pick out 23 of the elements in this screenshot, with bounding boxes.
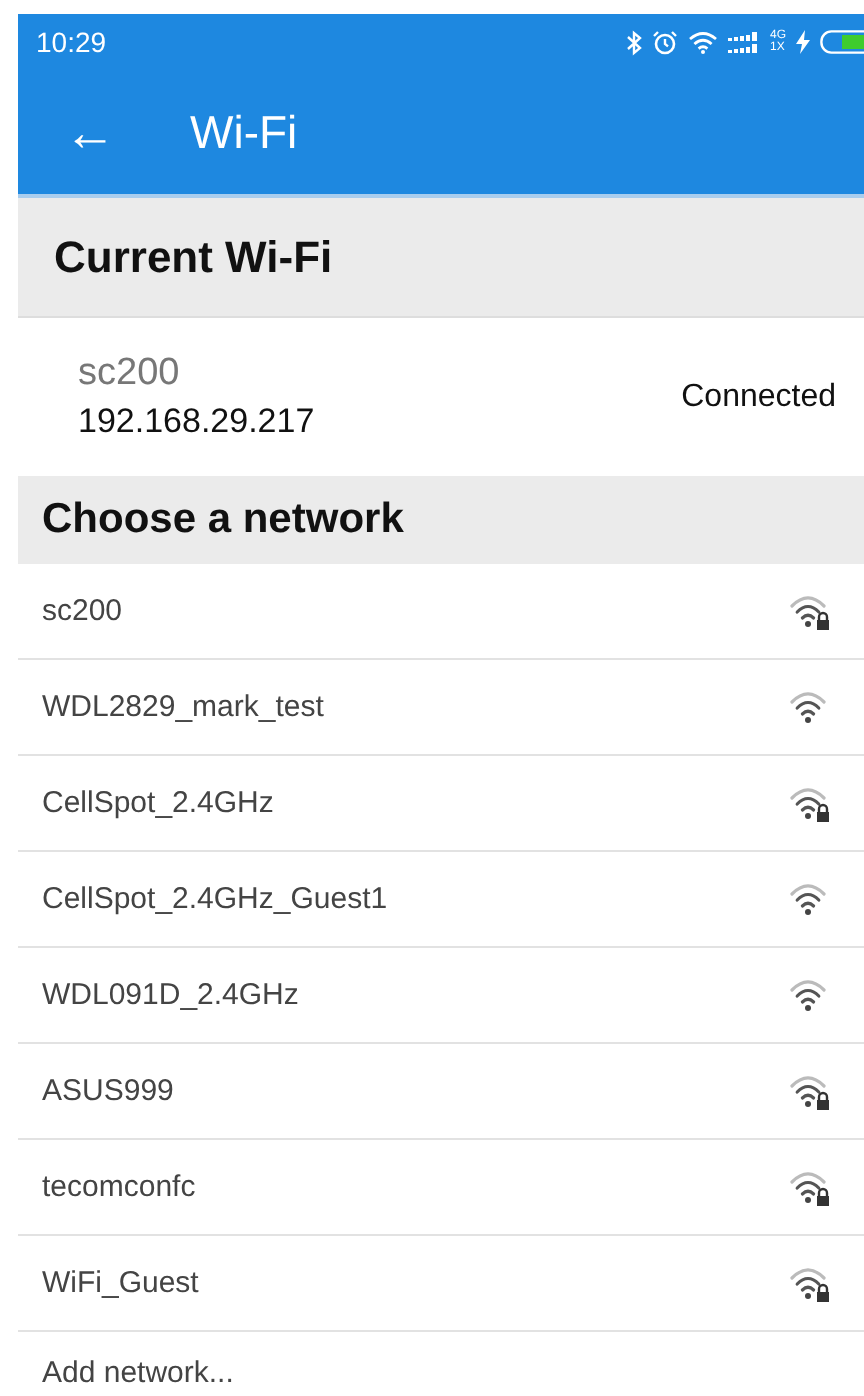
section-header: Current Wi-Fi bbox=[18, 198, 864, 316]
ip-address: 192.168.29.217 bbox=[78, 402, 317, 442]
alarm-clock-icon bbox=[651, 29, 678, 55]
wifi-signal-icon bbox=[687, 30, 718, 54]
network-item[interactable]: sc200 bbox=[18, 564, 864, 660]
network-item[interactable]: WDL091D_2.4GHz bbox=[18, 948, 864, 1044]
network-item[interactable]: CellSpot_2.4GHz_Guest1 bbox=[18, 852, 864, 948]
network-item[interactable]: tecomconfc bbox=[18, 1140, 864, 1236]
battery-icon bbox=[820, 30, 864, 54]
bluetooth-icon bbox=[625, 29, 642, 55]
network-item[interactable]: ASUS999 bbox=[18, 1044, 864, 1140]
add-network-item[interactable]: Add network... bbox=[18, 1332, 864, 1396]
back-button[interactable]: ← bbox=[62, 101, 118, 163]
screen-title: Wi-Fi bbox=[190, 105, 298, 159]
connection-status: Connected bbox=[681, 379, 836, 415]
network-item[interactable]: WDL2829_mark_test bbox=[18, 660, 864, 756]
status-time: 10:29 bbox=[36, 26, 109, 58]
network-item[interactable]: CellSpot_2.4GHz bbox=[18, 756, 864, 852]
charging-icon bbox=[796, 30, 810, 54]
cell-signal-icon bbox=[727, 31, 760, 53]
network-item[interactable]: WiFi_Guest bbox=[18, 1236, 864, 1332]
current-network-name: sc200 bbox=[78, 352, 182, 396]
section-header: Choose a network bbox=[18, 476, 864, 564]
